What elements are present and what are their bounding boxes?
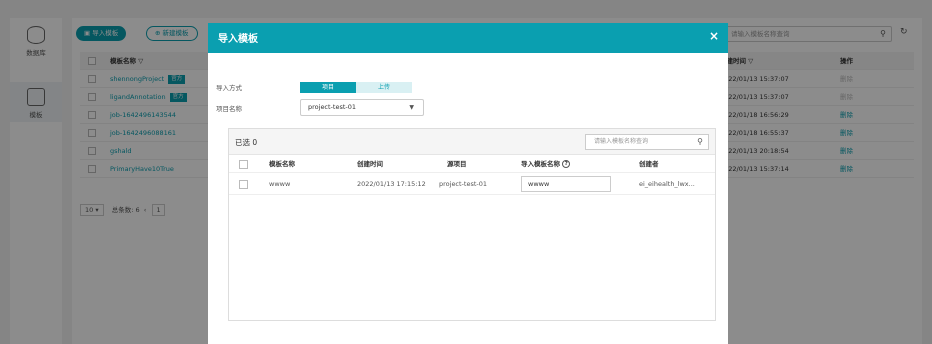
template-search-placeholder: 请输入模板名称查询 xyxy=(594,138,649,145)
row-creator: ei_eihealth_lwx... xyxy=(639,180,695,188)
panel-toolbar: 已选 0 请输入模板名称查询 ⚲ xyxy=(229,129,715,155)
mode-upload-option[interactable]: 上传 xyxy=(356,82,412,93)
project-name-label: 项目名称 xyxy=(216,105,242,113)
row-source-project: project-test-01 xyxy=(439,180,488,188)
col-template-name: 模板名称 xyxy=(269,160,295,168)
dialog-title: 导入模板 xyxy=(218,34,258,45)
row-created-time: 2022/01/13 17:15:12 xyxy=(357,180,426,188)
close-icon[interactable]: × xyxy=(709,29,719,43)
panel-table-header: 模板名称 创建时间 源项目 导入模板名称 ? 创建者 xyxy=(229,155,715,173)
selected-count: 已选 0 xyxy=(235,138,258,147)
col-source-project: 源项目 xyxy=(447,160,467,168)
help-icon[interactable]: ? xyxy=(562,160,571,168)
table-row: wwww 2022/01/13 17:15:12 project-test-01… xyxy=(229,173,715,195)
col-created-time: 创建时间 xyxy=(357,160,383,168)
template-search-input[interactable]: 请输入模板名称查询 ⚲ xyxy=(585,134,709,150)
template-select-panel: 已选 0 请输入模板名称查询 ⚲ 模板名称 创建时间 源项目 导入模板名称 ? … xyxy=(228,128,716,321)
dialog-header: 导入模板 × xyxy=(208,23,728,53)
select-all-checkbox[interactable] xyxy=(239,160,248,169)
import-name-input[interactable]: wwww xyxy=(521,176,611,192)
project-select[interactable]: project-test-01 ▼ xyxy=(300,99,424,116)
col-import-name: 导入模板名称 xyxy=(521,160,560,168)
mode-project-option[interactable]: 项目 xyxy=(300,82,356,93)
search-icon[interactable]: ⚲ xyxy=(697,135,703,149)
project-select-value: project-test-01 xyxy=(308,103,357,111)
import-mode-label: 导入方式 xyxy=(216,84,242,92)
import-mode-toggle: 项目 上传 xyxy=(300,82,412,93)
chevron-down-icon: ▼ xyxy=(409,104,414,111)
col-creator: 创建者 xyxy=(639,160,659,168)
import-name-value: wwww xyxy=(528,180,550,188)
row-template-name: wwww xyxy=(269,180,291,188)
row-checkbox[interactable] xyxy=(239,180,248,189)
